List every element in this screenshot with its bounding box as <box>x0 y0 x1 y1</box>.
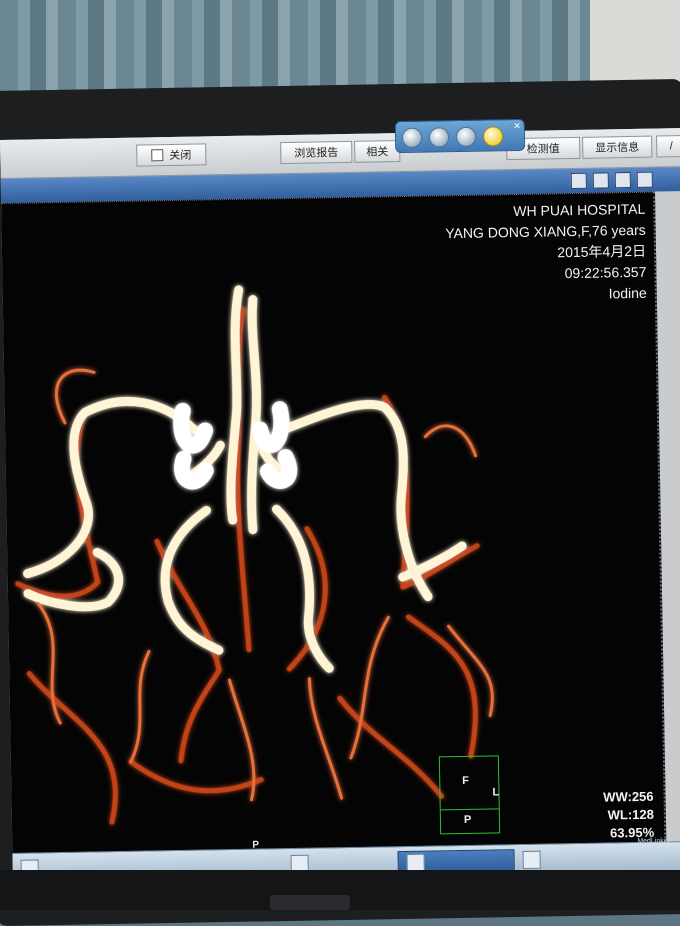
patient-info-overlay: WH PUAI HOSPITAL YANG DONG XIANG,F,76 ye… <box>445 199 647 307</box>
circle-tool-icon[interactable] <box>455 126 477 148</box>
highlight-tool-icon[interactable] <box>482 126 504 147</box>
grid-icon[interactable] <box>636 171 653 188</box>
value-label: 检测值 <box>526 143 560 156</box>
extra-button[interactable]: / <box>656 135 680 158</box>
print-icon[interactable] <box>592 172 609 189</box>
folder-icon[interactable] <box>522 850 541 869</box>
save-icon[interactable] <box>570 172 587 190</box>
layout-icon[interactable] <box>614 171 631 189</box>
circle-tool-icon[interactable] <box>401 127 423 148</box>
floating-tool-palette[interactable]: ✕ <box>394 118 526 154</box>
related-label: 相关 <box>366 146 389 159</box>
report-label: 浏览报告 <box>294 147 339 160</box>
orientation-bottom-label: P <box>463 813 472 827</box>
orientation-top-label: F <box>462 774 470 788</box>
report-button[interactable]: 浏览报告 <box>280 140 353 165</box>
circle-tool-icon[interactable] <box>428 127 450 148</box>
close-label: 关闭 <box>169 149 192 163</box>
orientation-cube[interactable]: F L P <box>438 755 501 835</box>
orientation-right-label: L <box>492 786 500 799</box>
show-info-button[interactable]: 显示信息 <box>582 135 653 159</box>
window-level: WL:128 <box>607 806 654 823</box>
window-width: WW:256 <box>603 788 654 805</box>
show-info-label: 显示信息 <box>595 141 640 155</box>
angiography-viewer[interactable]: WH PUAI HOSPITAL YANG DONG XIANG,F,76 ye… <box>1 191 667 854</box>
close-button[interactable]: 关闭 <box>136 143 207 167</box>
extra-label: / <box>669 140 673 153</box>
watermark: MedLinker <box>637 838 670 845</box>
related-button[interactable]: 相关 <box>354 140 401 163</box>
checkbox-icon <box>151 149 164 162</box>
contrast-agent: Iodine <box>608 284 647 302</box>
close-icon[interactable]: ✕ <box>513 121 521 132</box>
monitor-brand-logo <box>270 895 350 910</box>
orientation-cube-bottom: P <box>440 808 500 835</box>
monitor-screen: 关闭 浏览报告 相关 检测值 显示信息 / ✕ WH PUAI HOSPITAL… <box>0 118 680 900</box>
